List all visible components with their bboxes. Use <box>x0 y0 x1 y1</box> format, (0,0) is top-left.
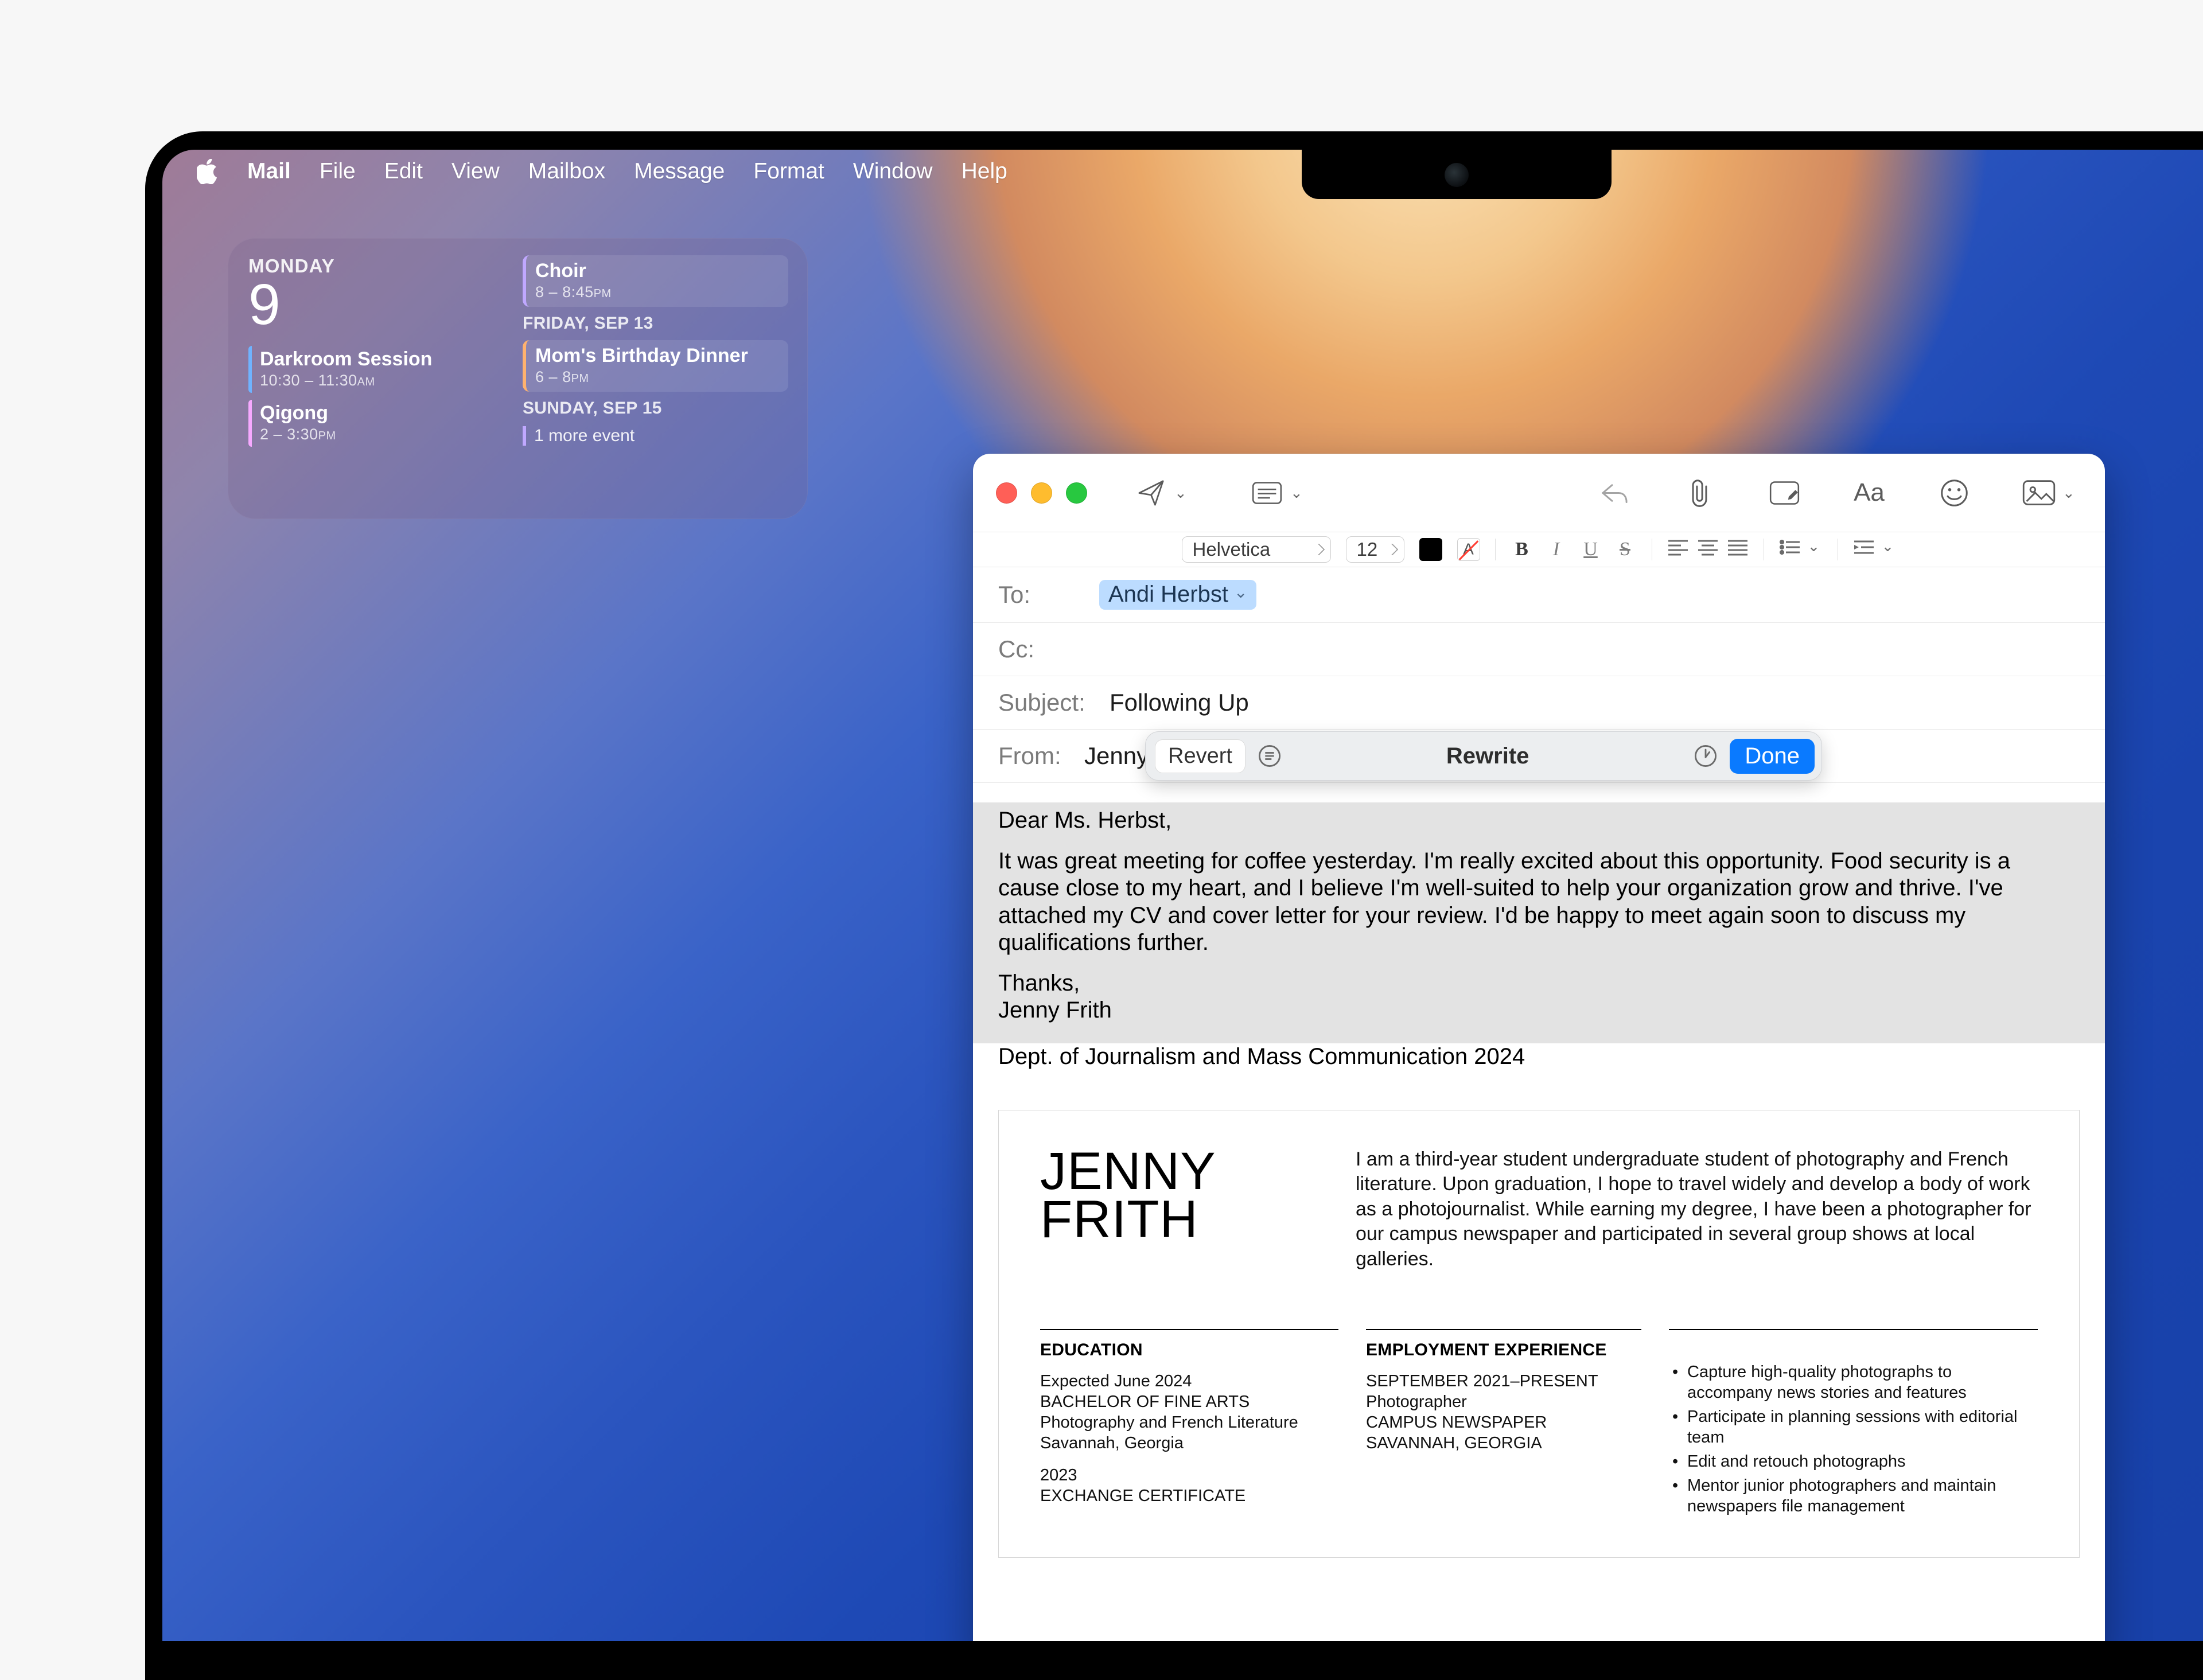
chevron-down-icon[interactable]: ⌄ <box>1882 537 1897 562</box>
widget-section-head: FRIDAY, SEP 13 <box>523 314 788 333</box>
indent-icon[interactable] <box>1853 537 1875 562</box>
camera <box>1445 163 1469 187</box>
subject-label: Subject: <box>998 689 1095 716</box>
resume-edu-block: Expected June 2024 BACHELOR OF FINE ARTS… <box>1040 1371 1338 1454</box>
bold-button[interactable]: B <box>1511 539 1533 560</box>
to-field-row: To: Andi Herbst <box>973 567 2105 623</box>
menubar-item-view[interactable]: View <box>452 159 500 184</box>
font-size-select[interactable]: 12 <box>1346 536 1404 563</box>
menubar-item-edit[interactable]: Edit <box>384 159 423 184</box>
chevron-down-icon[interactable]: ⌄ <box>1808 537 1823 562</box>
message-body[interactable]: Dear Ms. Herbst, It was great meeting fo… <box>973 783 2105 1558</box>
subject-field-row: Subject: Following Up <box>973 676 2105 730</box>
strike-button[interactable]: S <box>1614 539 1637 560</box>
send-icon[interactable] <box>1131 473 1171 513</box>
align-left-icon[interactable] <box>1667 537 1689 562</box>
attach-icon[interactable] <box>1679 473 1719 513</box>
calendar-event[interactable]: Choir 8 – 8:45PM <box>523 255 788 307</box>
show-original-icon[interactable] <box>1257 743 1282 769</box>
done-button[interactable]: Done <box>1730 739 1815 774</box>
window-controls <box>996 482 1087 504</box>
apple-logo-icon[interactable] <box>197 159 219 184</box>
writing-tools-options-icon[interactable] <box>1693 743 1718 769</box>
resume-edu-block: 2023 EXCHANGE CERTIFICATE <box>1040 1465 1338 1507</box>
recipient-pill[interactable]: Andi Herbst <box>1099 580 1256 610</box>
cc-field-row: Cc: <box>973 623 2105 676</box>
from-label: From: <box>998 742 1069 770</box>
resume-emp-block: SEPTEMBER 2021–PRESENT Photographer CAMP… <box>1366 1371 1641 1454</box>
zoom-button[interactable] <box>1066 482 1087 504</box>
chevron-down-icon[interactable]: ⌄ <box>1174 484 1189 502</box>
header-fields-icon[interactable] <box>1247 473 1287 513</box>
chevron-down-icon[interactable]: ⌄ <box>1290 484 1305 502</box>
subject-input[interactable]: Following Up <box>1110 689 1249 716</box>
resume-section-head: EDUCATION <box>1040 1340 1338 1360</box>
minimize-button[interactable] <box>1031 482 1052 504</box>
photo-browser-icon[interactable] <box>2019 473 2059 513</box>
widget-section-head: SUNDAY, SEP 15 <box>523 399 788 418</box>
macbook-frame: Mail File Edit View Mailbox Message Form… <box>145 131 2203 1680</box>
reply-icon[interactable] <box>1594 473 1634 513</box>
menubar-item-window[interactable]: Window <box>853 159 933 184</box>
chevron-down-icon[interactable]: ⌄ <box>2062 484 2077 502</box>
calendar-widget[interactable]: MONDAY 9 Darkroom Session 10:30 – 11:30A… <box>228 238 808 519</box>
format-icon[interactable]: Aa <box>1849 473 1889 513</box>
widget-weekday: MONDAY <box>248 255 508 277</box>
italic-button[interactable]: I <box>1545 539 1568 560</box>
mail-compose-window: ⌄ ⌄ <box>973 454 2105 1641</box>
menubar-item-format[interactable]: Format <box>753 159 824 184</box>
calendar-event[interactable]: Qigong 2 – 3:30PM <box>248 400 508 447</box>
revert-button[interactable]: Revert <box>1155 739 1245 773</box>
emoji-icon[interactable] <box>1934 473 1974 513</box>
align-center-icon[interactable] <box>1697 537 1719 562</box>
calendar-event[interactable]: Mom's Birthday Dinner 6 – 8PM <box>523 340 788 392</box>
format-bar: Helvetica 12 B I U S <box>973 532 2105 567</box>
to-label: To: <box>998 581 1084 609</box>
resume-bullets: Capture high-quality photographs to acco… <box>1669 1362 2038 1517</box>
selected-text[interactable]: Dear Ms. Herbst, It was great meeting fo… <box>973 802 2105 1043</box>
cc-label: Cc: <box>998 636 1084 663</box>
calendar-event[interactable]: Darkroom Session 10:30 – 11:30AM <box>248 346 508 393</box>
menubar-item-mailbox[interactable]: Mailbox <box>528 159 605 184</box>
display-notch <box>1302 150 1612 199</box>
align-justify-icon[interactable] <box>1727 537 1749 562</box>
font-select[interactable]: Helvetica <box>1182 536 1331 563</box>
close-button[interactable] <box>996 482 1017 504</box>
menubar-item-message[interactable]: Message <box>634 159 725 184</box>
attachment-resume: JENNY FRITH I am a third-year student un… <box>998 1110 2080 1558</box>
underline-button[interactable]: U <box>1579 539 1602 560</box>
list-icon[interactable] <box>1779 537 1801 562</box>
writing-tools-bar: Revert Rewrite Done <box>1145 731 1822 781</box>
widget-more-link[interactable]: 1 more event <box>523 426 788 446</box>
resume-bio: I am a third-year student undergraduate … <box>1356 1147 2038 1272</box>
markup-icon[interactable] <box>1764 473 1804 513</box>
widget-daynum: 9 <box>248 276 508 333</box>
menubar: Mail File Edit View Mailbox Message Form… <box>162 150 2203 193</box>
mail-toolbar: ⌄ ⌄ <box>973 454 2105 532</box>
resume-name: JENNY FRITH <box>1040 1147 1338 1272</box>
text-color-swatch[interactable] <box>1419 538 1442 561</box>
menubar-app-name[interactable]: Mail <box>247 159 291 184</box>
from-field-row: From: Jenny Frith Revert Rewrite Done <box>973 730 2105 783</box>
writing-tools-title: Rewrite <box>1294 743 1682 769</box>
resume-section-head: EMPLOYMENT EXPERIENCE <box>1366 1340 1641 1360</box>
menubar-item-help[interactable]: Help <box>962 159 1007 184</box>
bg-color-swatch[interactable] <box>1457 538 1480 561</box>
screen: Mail File Edit View Mailbox Message Form… <box>162 150 2203 1641</box>
menubar-item-file[interactable]: File <box>320 159 356 184</box>
